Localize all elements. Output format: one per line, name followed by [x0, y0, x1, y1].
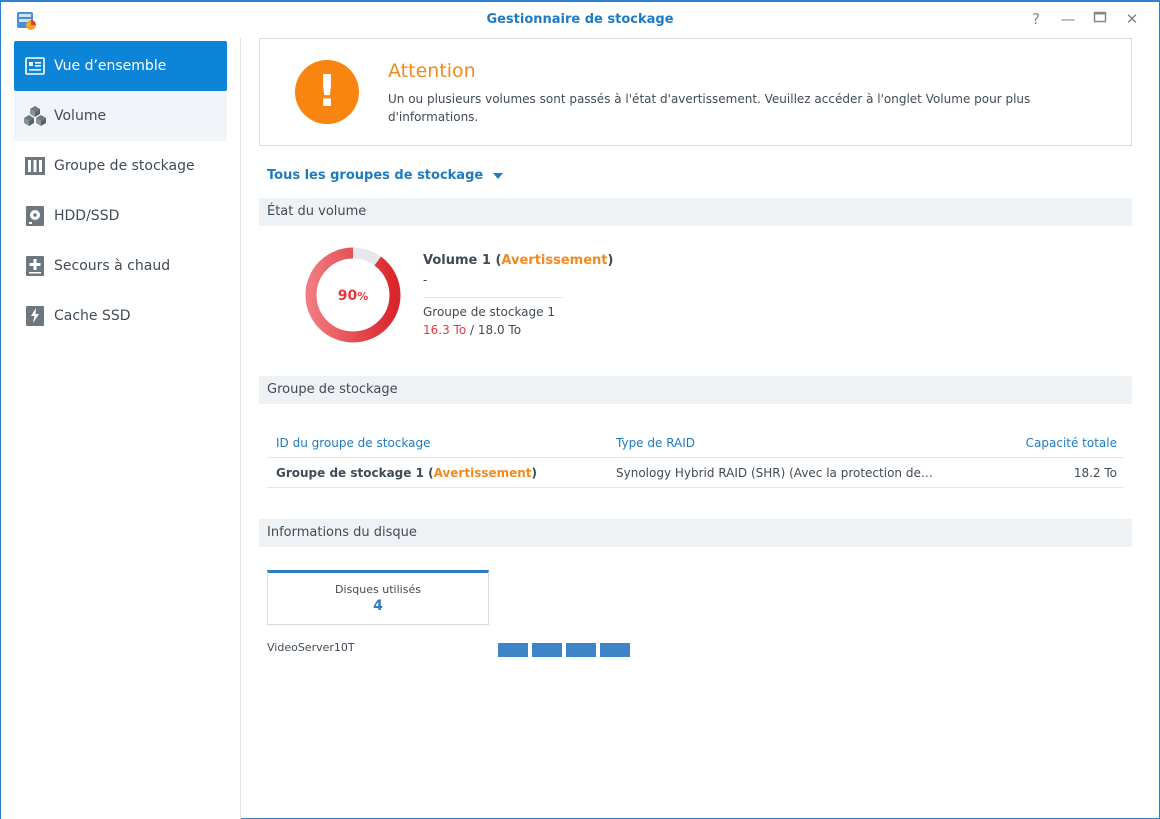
column-header-id[interactable]: ID du groupe de stockage [267, 436, 607, 450]
sidebar-item-hdd-ssd[interactable]: HDD/SSD [14, 191, 227, 241]
pool-name: Groupe de stockage 1 [276, 465, 424, 480]
volume-pool: Groupe de stockage 1 [423, 305, 555, 319]
volume-name-text: Volume 1 [423, 253, 491, 268]
volume-total: 18.0 To [477, 323, 522, 337]
caret-down-icon [493, 172, 504, 179]
sidebar-item-hot-spare[interactable]: Secours à chaud [14, 241, 227, 291]
volume-divider [423, 297, 563, 298]
storage-pool-heading: Groupe de stockage [259, 376, 1132, 404]
close-icon[interactable]: ✕ [1123, 10, 1141, 28]
pool-raid-cell: Synology Hybrid RAID (SHR) (Avec la prot… [616, 465, 933, 480]
hdd-icon [24, 205, 46, 227]
sidebar: Vue d’ensemble Volume Groupe de stockage… [1, 38, 241, 819]
column-header-raid[interactable]: Type de RAID [607, 436, 987, 450]
disk-slots [498, 643, 630, 657]
sidebar-item-overview[interactable]: Vue d’ensemble [14, 41, 227, 91]
volume-used: 16.3 To [423, 323, 467, 337]
warning-alert: ! Attention Un ou plusieurs volumes sont… [259, 38, 1132, 146]
pool-status: Avertissement [433, 465, 532, 480]
disk-slot-2[interactable] [532, 643, 562, 657]
overview-icon [24, 55, 46, 77]
volume-status-heading: État du volume [259, 198, 1132, 226]
table-row[interactable]: Groupe de stockage 1 (Avertissement) Syn… [267, 458, 1124, 488]
volume-usage: 16.3 To / 18.0 To [423, 323, 521, 337]
ssd-cache-icon [24, 305, 46, 327]
window-title: Gestionnaire de stockage [486, 12, 674, 27]
volume-status: Avertissement [501, 253, 608, 268]
sidebar-item-label: Secours à chaud [54, 258, 171, 274]
storage-group-dropdown[interactable]: Tous les groupes de stockage [267, 168, 504, 183]
pool-name-cell: Groupe de stockage 1 (Avertissement) [276, 465, 538, 480]
alert-title: Attention [388, 60, 476, 82]
sidebar-item-label: Volume [54, 108, 107, 124]
title-bar[interactable]: Gestionnaire de stockage ? — ✕ [1, 2, 1159, 38]
disks-used-count: 4 [373, 598, 383, 614]
storage-pool-icon [24, 155, 46, 177]
alert-message: Un ou plusieurs volumes sont passés à l'… [388, 92, 1031, 124]
disks-used-label: Disques utilisés [335, 583, 421, 596]
usage-percent: 90% [304, 288, 402, 304]
usage-percent-value: 90 [337, 288, 358, 304]
maximize-icon[interactable] [1091, 10, 1109, 28]
volume-name: Volume 1 (Avertissement) [423, 253, 614, 268]
column-header-capacity[interactable]: Capacité totale [987, 436, 1124, 450]
storage-pool-table: ID du groupe de stockage Type de RAID Ca… [267, 428, 1124, 488]
cubes-icon [24, 105, 46, 127]
volume-description: - [423, 273, 428, 287]
sidebar-item-label: Vue d’ensemble [54, 58, 167, 74]
window-controls: ? — ✕ [1027, 10, 1141, 28]
exclamation-icon: ! [295, 60, 359, 124]
hot-spare-icon [24, 255, 46, 277]
storage-manager-window: Gestionnaire de stockage ? — ✕ Vue d’ens… [0, 0, 1160, 819]
sidebar-item-label: HDD/SSD [54, 208, 120, 224]
sidebar-item-volume[interactable]: Volume [14, 91, 227, 141]
disks-used-card: Disques utilisés 4 [267, 570, 489, 625]
table-header: ID du groupe de stockage Type de RAID Ca… [267, 428, 1124, 458]
usage-separator: / [470, 323, 475, 337]
sidebar-item-storage-pool[interactable]: Groupe de stockage [14, 141, 227, 191]
usage-percent-unit: % [357, 290, 369, 303]
pool-capacity-cell: 18.2 To [1073, 465, 1117, 480]
sidebar-item-ssd-cache[interactable]: Cache SSD [14, 291, 227, 341]
sidebar-item-label: Cache SSD [54, 308, 131, 324]
disk-slot-1[interactable] [498, 643, 528, 657]
disk-info-heading: Informations du disque [259, 519, 1132, 547]
minimize-icon[interactable]: — [1059, 10, 1077, 28]
disk-slot-3[interactable] [566, 643, 596, 657]
disk-slot-4[interactable] [600, 643, 630, 657]
help-icon[interactable]: ? [1027, 10, 1045, 28]
sidebar-item-label: Groupe de stockage [54, 158, 195, 174]
server-name: VideoServer10T [267, 641, 355, 654]
dropdown-label: Tous les groupes de stockage [267, 168, 484, 183]
